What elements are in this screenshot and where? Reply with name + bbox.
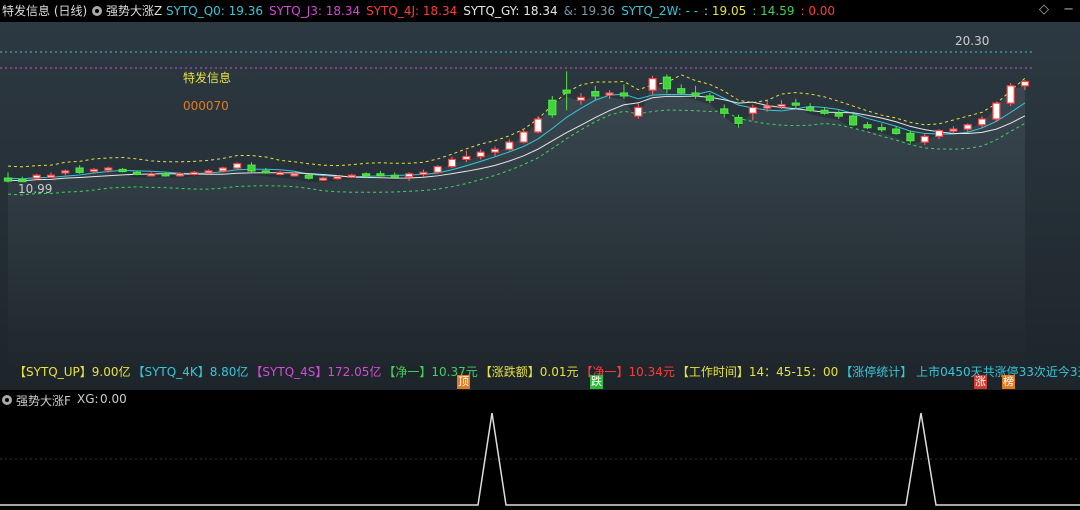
candle[interactable] bbox=[32, 173, 41, 180]
window-controls: ◇ − bbox=[1029, 2, 1074, 17]
indicator-value-6: : 19.05 bbox=[704, 4, 747, 18]
signal-marker-2: 涨 bbox=[974, 375, 987, 389]
signal-marker-1: 跌 bbox=[590, 375, 603, 389]
price-high-label: 20.30 bbox=[955, 34, 990, 48]
candlestick-chart-panel[interactable]: 特发信息 000070 20.30 10.99 【SYTQ_UP】9.00亿 【S… bbox=[0, 22, 1080, 390]
candle[interactable] bbox=[433, 165, 442, 174]
price-low-label: 10.99 bbox=[18, 182, 53, 196]
indicator-value-0: SYTQ_Q0: 19.36 bbox=[166, 4, 264, 18]
stat-item-0: 【SYTQ_UP】9.00亿 bbox=[14, 365, 131, 379]
indicator-value-4: &: 19.36 bbox=[563, 4, 616, 18]
candle[interactable] bbox=[218, 166, 227, 173]
candle[interactable] bbox=[1006, 82, 1015, 107]
xg-signal-chart bbox=[0, 407, 1080, 507]
xg-label: XG: bbox=[77, 392, 99, 406]
candlestick-chart[interactable] bbox=[0, 22, 1080, 390]
indicator-name[interactable]: 强势大涨Z bbox=[106, 3, 162, 19]
sub-indicator-header: 强势大涨F XG: 0.00 bbox=[0, 391, 1080, 408]
indicator-value-8: : 0.00 bbox=[800, 4, 836, 18]
indicator-value-7: : 14.59 bbox=[752, 4, 795, 18]
stock-name-label: 特发信息 bbox=[183, 71, 232, 85]
stat-item-4: 【涨跌额】0.01元 bbox=[479, 365, 579, 379]
indicator-value-2: SYTQ_4J: 18.34 bbox=[366, 4, 458, 18]
candle[interactable] bbox=[233, 162, 242, 170]
signal-marker-0: 顶 bbox=[457, 375, 470, 389]
indicator-values: SYTQ_Q0: 19.36 SYTQ_J3: 18.34 SYTQ_4J: 18.… bbox=[166, 3, 841, 19]
statistics-line: 【SYTQ_UP】9.00亿 【SYTQ_4K】8.80亿 【SYTQ_4S】172… bbox=[14, 365, 1080, 379]
stat-item-7: 【涨停统计】 上市0450天共涨停33次近今3天有涨停 bbox=[840, 365, 1080, 379]
diamond-icon[interactable]: ◇ bbox=[1039, 2, 1049, 17]
signal-marker-3: 榜 bbox=[1002, 375, 1015, 389]
stock-title: 特发信息 (日线) bbox=[2, 4, 88, 18]
sub-indicator-panel[interactable] bbox=[0, 407, 1080, 507]
indicator-header-bar: 特发信息 (日线) 强势大涨Z SYTQ_Q0: 19.36 SYTQ_J3: 1… bbox=[0, 0, 1080, 22]
candle[interactable] bbox=[992, 101, 1001, 122]
minimize-icon[interactable]: − bbox=[1063, 2, 1074, 17]
xg-value: 0.00 bbox=[100, 392, 127, 406]
candle[interactable] bbox=[533, 116, 543, 134]
indicator-value-1: SYTQ_J3: 18.34 bbox=[269, 4, 361, 18]
indicator-value-5: SYTQ_2W: - - bbox=[621, 4, 699, 18]
stock-code-label: 000070 bbox=[183, 99, 229, 113]
sub-indicator-settings-icon[interactable] bbox=[2, 393, 16, 407]
stat-item-6: 【工作时间】14：45-15：00 bbox=[676, 365, 839, 379]
stat-item-2: 【SYTQ_4S】172.05亿 bbox=[250, 365, 382, 379]
indicator-settings-icon[interactable] bbox=[92, 3, 106, 19]
stat-item-1: 【SYTQ_4K】8.80亿 bbox=[132, 365, 249, 379]
candle[interactable] bbox=[304, 173, 313, 180]
indicator-value-3: SYTQ_GY: 18.34 bbox=[463, 4, 558, 18]
